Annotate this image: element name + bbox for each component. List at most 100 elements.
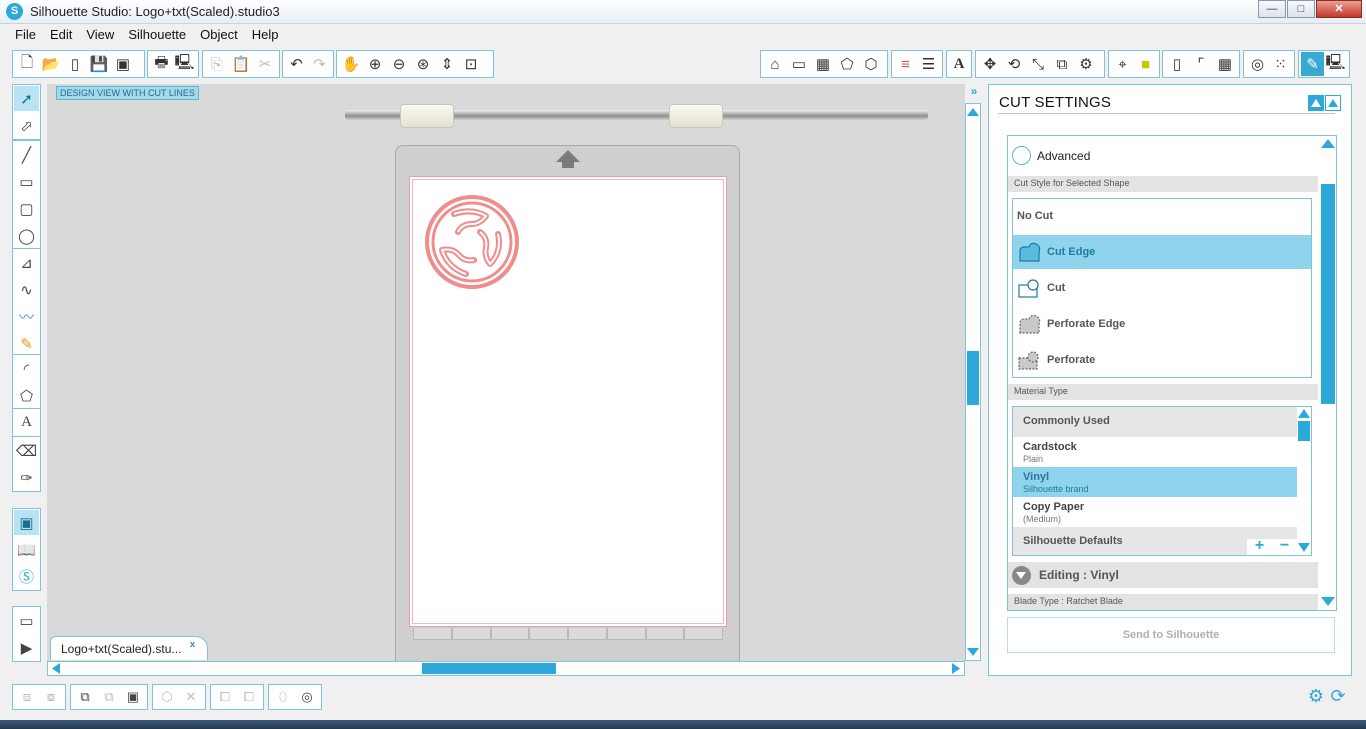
sketch-icon[interactable]: ◎ <box>1246 52 1269 76</box>
add-material-button[interactable]: + <box>1255 538 1264 555</box>
remove-material-button[interactable]: − <box>1280 538 1289 555</box>
rectangle-tool-icon[interactable]: ▭ <box>14 169 39 194</box>
line-color-icon[interactable]: ⬡ <box>859 52 883 76</box>
canvas-vertical-scroll-thumb[interactable] <box>967 351 979 405</box>
copy-icon[interactable]: ⎘ <box>205 52 229 76</box>
arc-tool-icon[interactable]: ◜ <box>14 356 39 381</box>
zoom-out-icon[interactable]: ⊖ <box>387 52 411 76</box>
grid-icon[interactable]: ▦ <box>1213 52 1237 76</box>
text-tool-icon[interactable]: A <box>14 410 39 435</box>
fill-color-icon[interactable]: ▭ <box>787 52 811 76</box>
spiral-icon[interactable]: ◎ <box>295 686 319 708</box>
page-icon[interactable]: ▯ <box>1165 52 1189 76</box>
knife-tool-icon[interactable]: ✑ <box>14 465 39 490</box>
canvas-vertical-scrollbar[interactable] <box>965 103 981 661</box>
fit-to-window-icon[interactable]: ⊡ <box>459 52 483 76</box>
settings-scroll-thumb[interactable] <box>1321 184 1335 404</box>
maximize-button[interactable]: □ <box>1287 0 1315 18</box>
canvas-horizontal-scroll-thumb[interactable] <box>422 663 556 674</box>
bring-forward-icon[interactable]: ▣ <box>121 686 145 708</box>
new-file-icon[interactable]: 🗋 <box>15 52 39 76</box>
polygon-tool-icon[interactable]: ⊿ <box>14 250 39 275</box>
cut-style-cut[interactable]: Cut <box>1013 271 1311 305</box>
save-to-library-icon[interactable]: ▣ <box>111 52 135 76</box>
menu-silhouette[interactable]: Silhouette <box>121 24 193 44</box>
collapse-panel-icon[interactable]: » <box>966 85 982 99</box>
make-compound-icon[interactable]: ⧉ <box>73 686 97 708</box>
menu-edit[interactable]: Edit <box>43 24 79 44</box>
modify-icon[interactable]: ⚙ <box>1074 52 1098 76</box>
rounded-rectangle-tool-icon[interactable]: ▢ <box>14 196 39 221</box>
paste-icon[interactable]: 📋 <box>229 52 253 76</box>
send-backward-icon[interactable]: ⧠ <box>213 686 237 708</box>
line-style-icon[interactable]: ☰ <box>917 52 940 76</box>
advanced-option[interactable]: Advanced <box>1012 146 1090 165</box>
freehand-tool-icon[interactable]: 〰 <box>14 304 39 329</box>
ellipse-tool-icon[interactable]: ◯ <box>14 223 39 248</box>
replicate-icon[interactable]: ⧉ <box>1050 52 1074 76</box>
scroll-up-icon[interactable] <box>966 106 980 118</box>
canvas-horizontal-scrollbar[interactable] <box>47 661 965 676</box>
drag-zoom-icon[interactable]: ⇕ <box>435 52 459 76</box>
open-file-icon[interactable]: 📂 <box>39 52 63 76</box>
undo-icon[interactable]: ↶ <box>285 52 308 76</box>
save-icon[interactable]: 💾 <box>87 52 111 76</box>
gradient-icon[interactable]: ⬠ <box>835 52 859 76</box>
library-icon[interactable]: 📖 <box>14 537 39 562</box>
smooth-freehand-tool-icon[interactable]: ✎ <box>14 331 39 356</box>
send-to-silhouette-icon[interactable]: 🖳 <box>1324 52 1347 76</box>
cut-style-perforate[interactable]: Perforate <box>1013 343 1311 377</box>
material-scroll-down-icon[interactable] <box>1297 542 1311 554</box>
panel-collapse-icon[interactable] <box>1308 95 1324 111</box>
cut-settings-scrollbar[interactable] <box>1320 136 1336 610</box>
scroll-right-icon[interactable] <box>950 662 962 675</box>
menu-view[interactable]: View <box>79 24 121 44</box>
offset-icon[interactable]: ■ <box>1134 52 1157 76</box>
advanced-radio[interactable] <box>1012 146 1031 165</box>
zoom-in-icon[interactable]: ⊕ <box>363 52 387 76</box>
design-canvas[interactable]: DESIGN VIEW WITH CUT LINES Logo+txt(Scal… <box>47 84 965 661</box>
cut-style-no-cut[interactable]: No Cut <box>1013 199 1311 233</box>
select-arrow-icon[interactable]: ➚ <box>14 86 39 111</box>
print-icon[interactable]: 🖶 <box>150 52 173 76</box>
editing-material-header[interactable]: Editing : Vinyl <box>1008 562 1318 588</box>
redo-icon[interactable]: ↷ <box>308 52 331 76</box>
settings-scroll-up-icon[interactable] <box>1320 138 1336 150</box>
send-to-cutter-icon[interactable]: 🖳 <box>173 52 196 76</box>
material-group-commonly-used[interactable]: Commonly Used <box>1013 407 1297 437</box>
regular-polygon-tool-icon[interactable]: ⬠ <box>14 383 39 408</box>
delete-icon[interactable]: ✕ <box>179 686 203 708</box>
material-copy-paper[interactable]: Copy Paper (Medium) <box>1013 497 1297 527</box>
material-scroll-thumb[interactable] <box>1298 421 1310 441</box>
close-button[interactable]: ✕ <box>1316 0 1362 18</box>
zoom-selection-icon[interactable]: ⊛ <box>411 52 435 76</box>
send-to-silhouette-button[interactable]: Send to Silhouette <box>1007 617 1335 653</box>
fill-pattern-icon[interactable]: ▦ <box>811 52 835 76</box>
registration-marks-icon[interactable]: ⌜ <box>1189 52 1213 76</box>
scale-icon[interactable]: ⤡ <box>1026 52 1050 76</box>
text-style-icon[interactable]: A <box>949 52 969 76</box>
document-tab[interactable]: Logo+txt(Scaled).stu... x <box>50 636 208 660</box>
line-tool-icon[interactable]: ╱ <box>14 142 39 167</box>
page-setup-icon[interactable]: ⌂ <box>763 52 787 76</box>
material-cardstock[interactable]: Cardstock Plain <box>1013 437 1297 467</box>
weld-icon[interactable]: ⬡ <box>155 686 179 708</box>
menu-file[interactable]: File <box>8 24 43 44</box>
panel-expand-icon[interactable] <box>1325 95 1341 111</box>
expand-chevron-icon[interactable] <box>1012 565 1031 585</box>
pan-hand-icon[interactable]: ✋ <box>339 52 363 76</box>
ungroup-icon[interactable]: ⧇ <box>39 686 63 708</box>
move-icon[interactable]: ✥ <box>978 52 1002 76</box>
offset-shape-icon[interactable]: ⬯ <box>271 686 295 708</box>
open-library-icon[interactable]: ▯ <box>63 52 87 76</box>
design-view-icon[interactable]: ▣ <box>14 510 39 535</box>
menu-object[interactable]: Object <box>193 24 245 44</box>
group-icon[interactable]: ⧈ <box>15 686 39 708</box>
pixscan-icon[interactable]: ⁙ <box>1269 52 1292 76</box>
logo-shape[interactable] <box>424 194 520 290</box>
release-compound-icon[interactable]: ⧉ <box>97 686 121 708</box>
material-list-scrollbar[interactable] <box>1297 407 1311 555</box>
material-vinyl[interactable]: Vinyl Silhouette brand <box>1013 467 1297 497</box>
curve-tool-icon[interactable]: ∿ <box>14 277 39 302</box>
cut-icon[interactable]: ✂ <box>253 52 277 76</box>
